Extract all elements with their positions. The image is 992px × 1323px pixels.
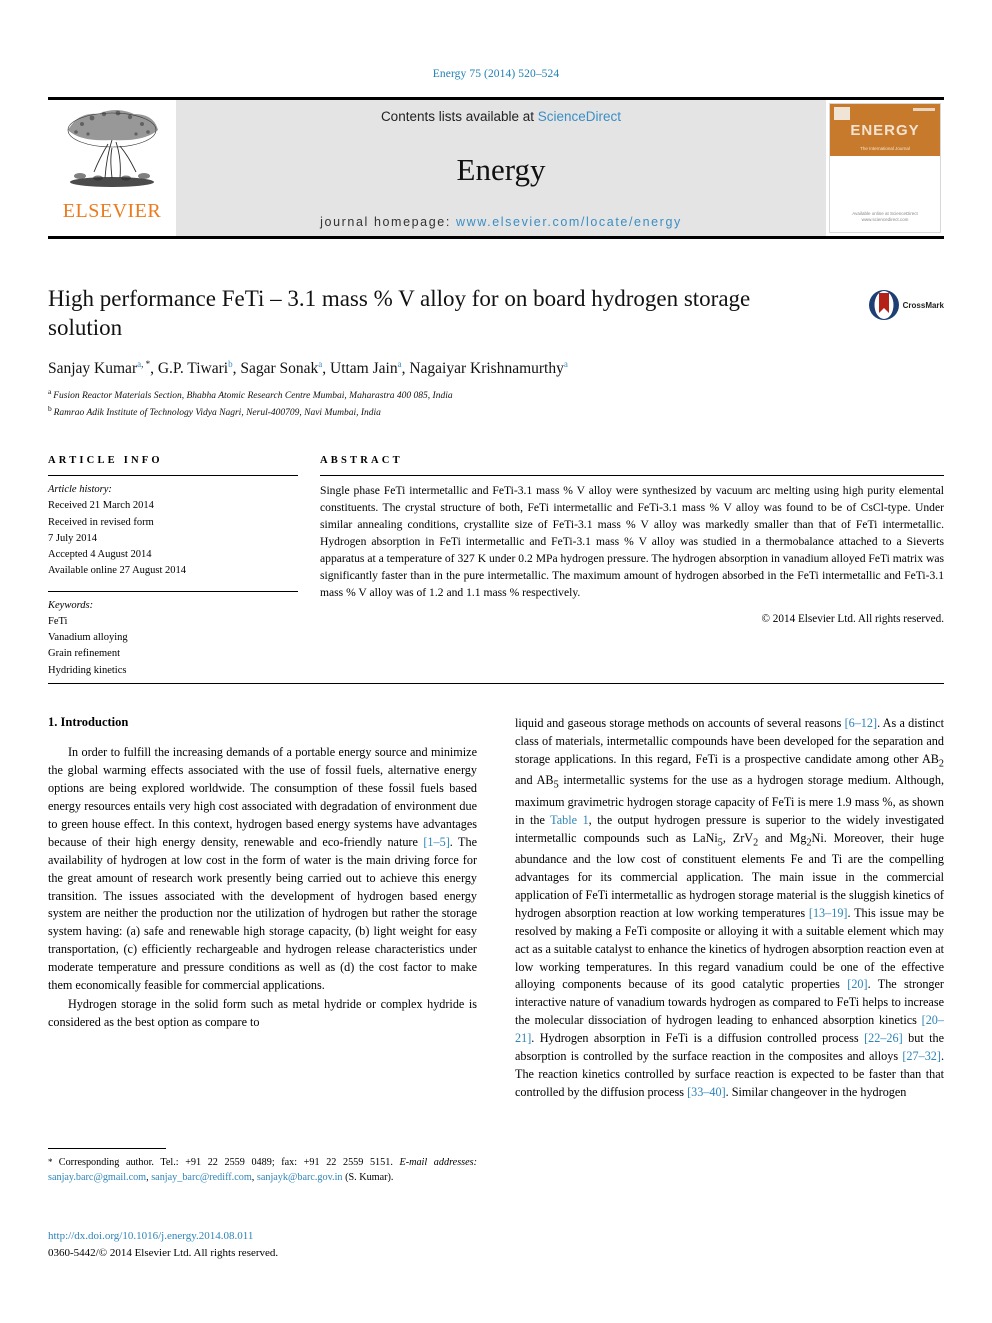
email-link[interactable]: sanjay_barc@rediff.com bbox=[151, 1172, 252, 1183]
doi-link[interactable]: http://dx.doi.org/10.1016/j.energy.2014.… bbox=[48, 1228, 488, 1245]
abstract-text: Single phase FeTi intermetallic and FeTi… bbox=[320, 484, 944, 600]
footnote-area: * Corresponding author. Tel.: +91 22 255… bbox=[48, 1148, 477, 1186]
email-owner: (S. Kumar). bbox=[342, 1171, 394, 1183]
affiliation-line: b Ramrao Adik Institute of Technology Vi… bbox=[48, 404, 381, 419]
author-name: Sanjay Kumar bbox=[48, 360, 138, 378]
abstract-copyright: © 2014 Elsevier Ltd. All rights reserved… bbox=[761, 613, 945, 626]
author-affiliation-mark: a bbox=[563, 358, 568, 369]
citation-reference[interactable]: [1–5] bbox=[423, 835, 449, 849]
keywords-rule bbox=[48, 590, 298, 592]
sciencedirect-link[interactable]: ScienceDirect bbox=[538, 109, 621, 124]
cover-subtitle: The International Journal bbox=[860, 146, 910, 151]
corresponding-author-note: * Corresponding author. Tel.: +91 22 255… bbox=[48, 1156, 477, 1186]
left-column-paragraphs: In order to fulfill the increasing deman… bbox=[48, 744, 477, 1032]
author-affiliation-mark: a bbox=[397, 358, 402, 369]
elsevier-wordmark: ELSEVIER bbox=[62, 200, 162, 222]
author-list: Sanjay Kumara, *, G.P. Tiwarib, Sagar So… bbox=[48, 358, 568, 378]
body-paragraph: Hydrogen storage in the solid form such … bbox=[48, 997, 477, 1030]
article-history-label: Article history: bbox=[48, 484, 112, 495]
citation-reference[interactable]: [13–19] bbox=[809, 906, 848, 920]
abstract-column: ABSTRACT Single phase FeTi intermetallic… bbox=[320, 455, 944, 679]
abstract-heading: ABSTRACT bbox=[320, 455, 403, 466]
info-abstract-region: ARTICLE INFO Article history: Received 2… bbox=[48, 455, 944, 679]
author-name: Nagaiyar Krishnamurthy bbox=[409, 360, 564, 378]
body-left-column: 1. Introduction In order to fulfill the … bbox=[48, 715, 477, 1103]
contents-available-line: Contents lists available at ScienceDirec… bbox=[381, 109, 621, 124]
affiliation-line: a Fusion Reactor Materials Section, Bhab… bbox=[48, 387, 453, 402]
elsevier-tree-icon bbox=[67, 110, 158, 187]
article-info-rule bbox=[48, 475, 298, 476]
keyword-item: Grain refinement bbox=[48, 648, 121, 660]
crossmark-label: CrossMark bbox=[902, 300, 944, 310]
email-addresses-label: E-mail addresses: bbox=[399, 1157, 478, 1168]
email-link[interactable]: sanjay.barc@gmail.com bbox=[48, 1172, 146, 1183]
author-name: G.P. Tiwari bbox=[157, 360, 229, 378]
contents-prefix: Contents lists available at bbox=[380, 109, 538, 124]
citation-reference[interactable]: [33–40] bbox=[687, 1085, 726, 1099]
paper-page: Energy 75 (2014) 520–524 ELSEVIER Conten… bbox=[0, 0, 992, 1323]
elsevier-logo: ELSEVIER bbox=[48, 100, 176, 236]
author-affiliation-mark: b bbox=[228, 358, 233, 369]
footnote-rule bbox=[48, 1148, 166, 1149]
running-head: Energy 75 (2014) 520–524 bbox=[432, 68, 560, 80]
journal-cover-thumbnail: ENERGY The International Journal Availab… bbox=[826, 100, 944, 236]
author-name: Uttam Jain bbox=[330, 360, 398, 378]
keyword-item: Vanadium alloying bbox=[48, 632, 128, 644]
keyword-item: FeTi bbox=[48, 615, 68, 627]
cover-body: Available online at ScienceDirect www.sc… bbox=[830, 156, 940, 232]
homepage-prefix: journal homepage: bbox=[320, 215, 456, 229]
citation-reference[interactable]: [6–12] bbox=[845, 716, 878, 730]
article-info-heading: ARTICLE INFO bbox=[48, 455, 163, 466]
keywords-label: Keywords: bbox=[48, 599, 94, 611]
crossmark-icon bbox=[868, 290, 899, 320]
abstract-rule bbox=[320, 475, 944, 476]
author-name: Sagar Sonak bbox=[240, 360, 319, 378]
article-history-item: 7 July 2014 bbox=[48, 532, 98, 544]
email-link[interactable]: sanjayk@barc.gov.in bbox=[257, 1172, 343, 1183]
issn-copyright-line: 0360-5442/© 2014 Elsevier Ltd. All right… bbox=[48, 1246, 279, 1259]
article-history-item: Received in revised form bbox=[48, 516, 154, 528]
corresponding-author-mark: , * bbox=[141, 358, 151, 369]
body-right-column: liquid and gaseous storage methods on ac… bbox=[515, 715, 944, 1103]
journal-title: Energy bbox=[456, 152, 546, 187]
body-paragraph: In order to fulfill the increasing deman… bbox=[48, 745, 477, 993]
citation-reference[interactable]: [22–26] bbox=[864, 1031, 903, 1045]
asterisk-icon: * bbox=[48, 1157, 59, 1167]
title-block: High performance FeTi – 3.1 mass % V all… bbox=[48, 285, 944, 421]
cover-header-band: ENERGY The International Journal bbox=[830, 104, 940, 156]
article-history-item: Accepted 4 August 2014 bbox=[48, 549, 152, 561]
cover-issue-mark bbox=[913, 108, 935, 111]
crossmark-badge[interactable]: CrossMark bbox=[868, 289, 944, 321]
table-reference[interactable]: Table 1 bbox=[550, 813, 589, 827]
citation-reference[interactable]: [20] bbox=[847, 977, 867, 991]
corresponding-author-text: Corresponding author. Tel.: +91 22 2559 … bbox=[58, 1157, 393, 1168]
doi-block: http://dx.doi.org/10.1016/j.energy.2014.… bbox=[48, 1228, 488, 1261]
citation-reference[interactable]: [27–32] bbox=[902, 1049, 941, 1063]
article-info-column: ARTICLE INFO Article history: Received 2… bbox=[48, 455, 298, 679]
article-history-list: Received 21 March 2014 Received in revise… bbox=[48, 498, 298, 579]
right-column-paragraphs: liquid and gaseous storage methods on ac… bbox=[515, 715, 944, 1102]
cover-footer-text: Available online at ScienceDirect www.sc… bbox=[852, 210, 918, 223]
abstract-bottom-rule bbox=[48, 683, 944, 684]
article-history-item: Received 21 March 2014 bbox=[48, 500, 154, 512]
article-title: High performance FeTi – 3.1 mass % V all… bbox=[48, 286, 751, 340]
journal-masthead: ELSEVIER Contents lists available at Sci… bbox=[48, 97, 944, 239]
keywords-list: FeTi Vanadium alloying Grain refinement Hyd… bbox=[48, 614, 298, 679]
journal-homepage-line: journal homepage: www.elsevier.com/locat… bbox=[320, 215, 682, 229]
cover-logo-mark bbox=[834, 107, 850, 120]
body-columns: 1. Introduction In order to fulfill the … bbox=[48, 715, 944, 1103]
keyword-item: Hydriding kinetics bbox=[48, 664, 127, 676]
body-paragraph: liquid and gaseous storage methods on ac… bbox=[515, 716, 944, 1100]
journal-banner: Contents lists available at ScienceDirec… bbox=[176, 100, 826, 236]
homepage-url-link[interactable]: www.elsevier.com/locate/energy bbox=[456, 215, 682, 229]
affiliation-list: a Fusion Reactor Materials Section, Bhab… bbox=[48, 387, 944, 421]
author-affiliation-mark: a bbox=[318, 358, 323, 369]
section-title-introduction: 1. Introduction bbox=[48, 715, 129, 729]
cover-journal-title: ENERGY bbox=[850, 121, 920, 139]
article-history-item: Available online 27 August 2014 bbox=[48, 565, 187, 577]
